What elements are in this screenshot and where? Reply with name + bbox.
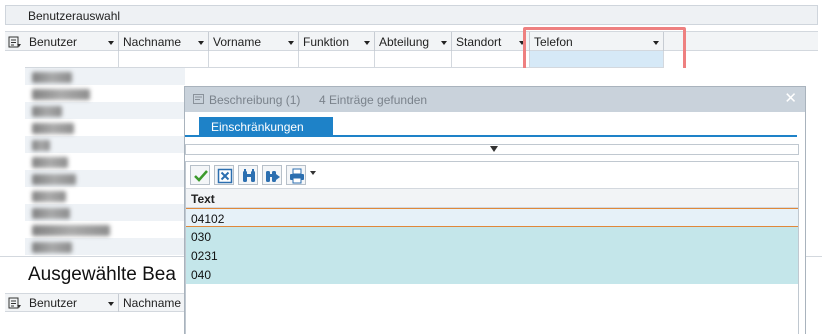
column-label: Nachname xyxy=(123,35,182,49)
redacted-name xyxy=(32,174,76,185)
filter-abteilung-input[interactable] xyxy=(375,51,452,68)
telefon-highlight-frame xyxy=(523,27,686,74)
close-icon[interactable]: ✕ xyxy=(784,90,797,108)
table-row[interactable]: 04102 xyxy=(186,208,798,227)
window-title-bar: Benutzerauswahl xyxy=(0,0,822,30)
row-text: 0231 xyxy=(191,249,218,263)
column-label: Nachname xyxy=(123,296,182,310)
redacted-name xyxy=(32,72,72,83)
column-label: Benutzer xyxy=(29,296,78,310)
filter-nachname-input[interactable] xyxy=(119,51,209,68)
print-dropdown-icon[interactable] xyxy=(310,171,316,175)
cancel-button[interactable] xyxy=(214,165,234,185)
filter-benutzer-input[interactable] xyxy=(25,51,119,68)
filter-standort-input[interactable] xyxy=(452,51,530,68)
redacted-name xyxy=(32,242,72,253)
find-icon xyxy=(243,169,255,182)
dialog-title: Beschreibung (1) xyxy=(209,93,301,107)
column-header-funktion[interactable]: Funktion xyxy=(299,32,375,51)
filter-row xyxy=(5,51,818,68)
chevron-down-icon[interactable] xyxy=(108,41,114,45)
filter-vorname-input[interactable] xyxy=(209,51,299,68)
redacted-name xyxy=(32,225,110,236)
row-text: 030 xyxy=(191,230,212,244)
find-next-button[interactable] xyxy=(262,165,282,185)
column-label: Standort xyxy=(456,35,502,49)
redacted-name xyxy=(32,157,68,168)
column-header-abteilung[interactable]: Abteilung xyxy=(375,32,452,51)
accept-icon xyxy=(194,170,208,182)
dialog-window-icon xyxy=(193,94,204,104)
tab-einschraenkungen[interactable]: Einschränkungen xyxy=(199,117,333,136)
chevron-down-icon[interactable] xyxy=(108,302,114,306)
user-grid-header: Benutzer Nachname Vorname Funktion Abtei… xyxy=(5,31,818,51)
column-label: Vorname xyxy=(213,35,262,49)
chevron-down-icon[interactable] xyxy=(441,41,447,45)
row-text: 040 xyxy=(191,268,212,282)
column-settings-icon[interactable] xyxy=(8,35,22,49)
table-row[interactable]: 040 xyxy=(186,265,798,284)
collapse-splitter[interactable] xyxy=(185,144,799,155)
find-button[interactable] xyxy=(238,165,258,185)
text-column-header[interactable]: Text xyxy=(186,188,798,208)
column-header-nachname[interactable]: Nachname xyxy=(119,32,209,51)
redacted-name xyxy=(32,106,62,117)
column-label: Benutzer xyxy=(29,35,78,49)
table-row[interactable]: 0231 xyxy=(186,246,798,265)
column-header-vorname[interactable]: Vorname xyxy=(209,32,299,51)
print-button[interactable] xyxy=(286,165,306,185)
window-title-tab: Benutzerauswahl xyxy=(5,5,818,25)
tab-underline xyxy=(185,135,797,137)
value-help-dialog: Beschreibung (1) 4 Einträge gefunden ✕ E… xyxy=(184,86,806,334)
redacted-name xyxy=(32,208,70,219)
column-header-benutzer[interactable]: Benutzer xyxy=(25,32,119,51)
table-row[interactable]: 030 xyxy=(186,227,798,246)
cancel-icon xyxy=(217,168,233,184)
tab-label: Einschränkungen xyxy=(211,120,304,134)
dialog-entry-count: 4 Einträge gefunden xyxy=(319,93,428,107)
redacted-name xyxy=(32,123,74,134)
redacted-name xyxy=(32,140,50,151)
window-title: Benutzerauswahl xyxy=(28,9,121,23)
chevron-down-icon[interactable] xyxy=(288,41,294,45)
accept-button[interactable] xyxy=(190,165,210,185)
column-header-nachname[interactable]: Nachname xyxy=(119,294,189,312)
row-text: 04102 xyxy=(191,212,225,226)
find-next-icon xyxy=(266,171,280,182)
redacted-name xyxy=(32,191,66,202)
chevron-down-icon[interactable] xyxy=(364,41,370,45)
chevron-down-icon[interactable] xyxy=(198,41,204,45)
column-header-benutzer[interactable]: Benutzer xyxy=(25,294,119,312)
column-settings-icon[interactable] xyxy=(8,296,22,310)
column-label: Text xyxy=(191,192,215,206)
column-label: Funktion xyxy=(303,35,350,49)
selected-section-title: Ausgewählte Bea xyxy=(28,264,176,285)
print-icon xyxy=(290,168,304,184)
column-label: Abteilung xyxy=(379,35,430,49)
redacted-name xyxy=(32,89,90,100)
dialog-title-bar[interactable]: Beschreibung (1) 4 Einträge gefunden ✕ xyxy=(185,87,805,112)
filter-funktion-input[interactable] xyxy=(299,51,375,68)
column-header-standort[interactable]: Standort xyxy=(452,32,530,51)
selected-grid-header: Benutzer Nachname xyxy=(5,293,190,312)
results-grid: Text 04102 030 0231 040 xyxy=(185,161,799,334)
collapse-arrow-icon[interactable] xyxy=(490,146,498,152)
